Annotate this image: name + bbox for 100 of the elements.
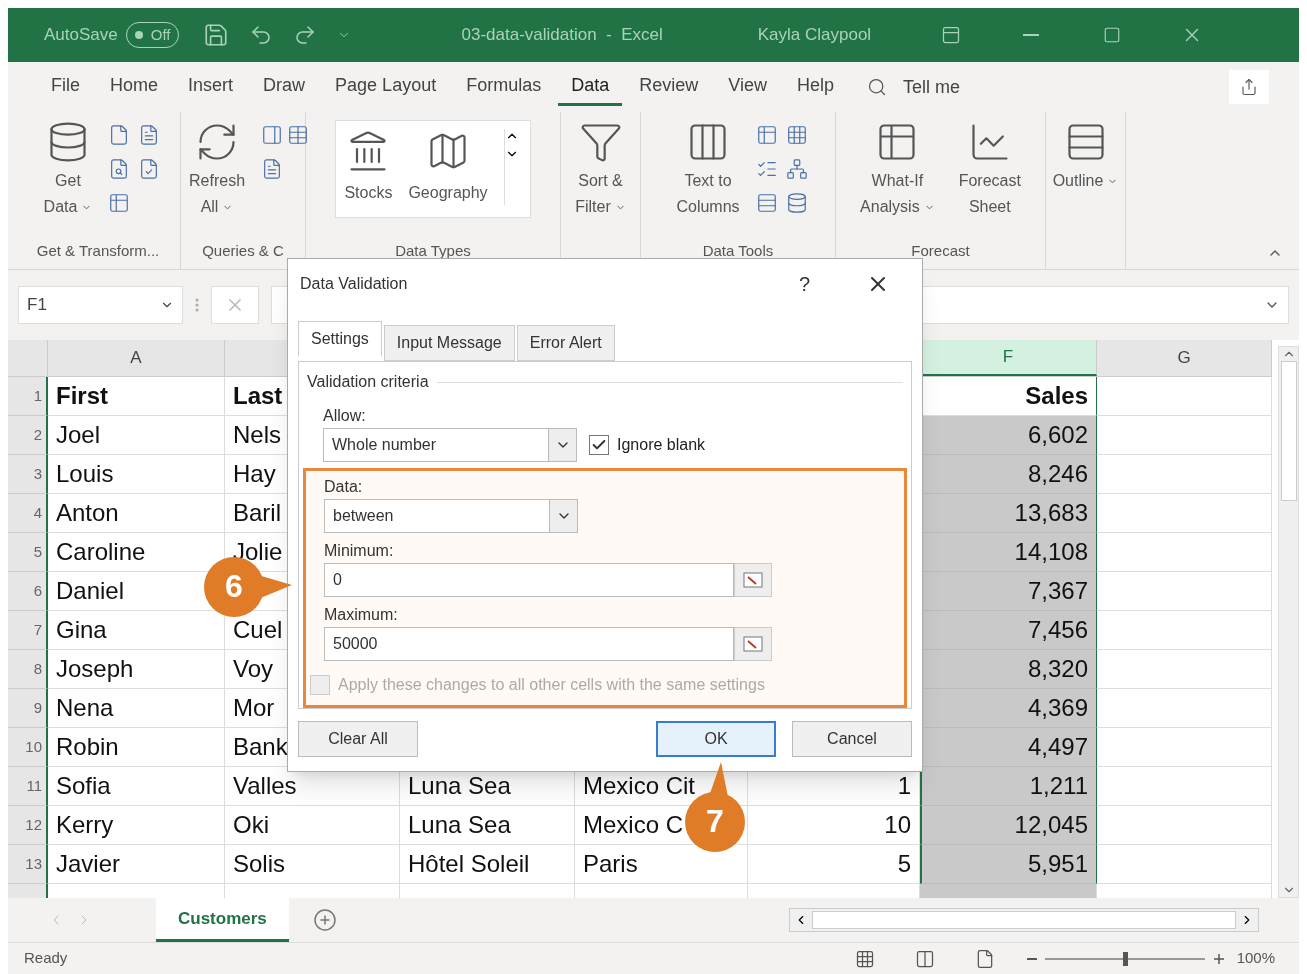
table-cell: First <box>48 377 225 416</box>
ribbon-tab[interactable]: View <box>715 68 780 106</box>
step-number: 7 <box>706 805 724 837</box>
ribbon-button[interactable]: Get Data <box>43 168 93 220</box>
horizontal-scrollbar[interactable] <box>789 908 1259 932</box>
column-header[interactable]: G <box>1097 340 1272 376</box>
allow-dropdown[interactable]: Whole number <box>323 428 577 462</box>
row-header[interactable]: 2 <box>8 416 48 455</box>
zoom-slider[interactable] <box>1044 951 1205 966</box>
maximize-icon <box>1103 26 1122 44</box>
table-cell: 8,320 <box>920 650 1097 689</box>
dialog-button[interactable]: Clear All <box>298 721 418 757</box>
database-icon[interactable] <box>785 192 808 214</box>
zoom-thumb[interactable] <box>1122 951 1128 966</box>
share-button[interactable] <box>1229 70 1269 104</box>
ribbon-tab[interactable]: Data <box>558 68 623 106</box>
table-cell: 14,108 <box>920 533 1097 572</box>
ribbon-button[interactable]: Text to Columns <box>676 168 740 220</box>
row-header[interactable]: 13 <box>8 845 48 884</box>
vertical-scrollbar[interactable] <box>1278 346 1299 898</box>
column-header[interactable]: A <box>48 340 225 376</box>
row-header[interactable]: 1 <box>8 377 48 416</box>
table-icon[interactable] <box>287 124 309 146</box>
zoom-in-icon[interactable] <box>1212 952 1225 965</box>
table-cell: 8,246 <box>920 455 1097 494</box>
window-title: 03-data-validation - Excel <box>461 24 663 47</box>
table-cell: Sales <box>920 377 1097 416</box>
ribbon-tab[interactable]: Page Layout <box>322 68 450 106</box>
scroll-thumb[interactable] <box>812 911 1236 929</box>
share-icon <box>1240 78 1258 96</box>
ribbon-button[interactable]: Geography <box>408 181 488 205</box>
table-cell: 1,211 <box>920 767 1097 806</box>
tell-me-field[interactable]: Tell me <box>903 73 960 101</box>
row-header[interactable]: 12 <box>8 806 48 845</box>
row-header[interactable]: 7 <box>8 611 48 650</box>
table-cell: Oki <box>225 806 400 845</box>
grid-icon[interactable] <box>785 124 808 146</box>
minimum-field[interactable]: 0 <box>324 563 734 597</box>
table-cell: 4,497 <box>920 728 1097 767</box>
table-cell: 5 <box>748 845 920 884</box>
row-header[interactable]: 8 <box>8 650 48 689</box>
data-dropdown[interactable]: between <box>324 499 578 533</box>
scroll-thumb[interactable] <box>1280 361 1297 501</box>
minimum-label: Minimum: <box>324 541 395 561</box>
row-header[interactable]: 10 <box>8 728 48 767</box>
row-header[interactable]: 9 <box>8 689 48 728</box>
maximum-field[interactable]: 50000 <box>324 627 734 661</box>
ribbon-button[interactable]: Outline <box>1052 168 1119 194</box>
ribbon-tab[interactable]: File <box>38 68 93 106</box>
dialog-tab[interactable]: Settings <box>298 321 382 357</box>
table-cell: 4,369 <box>920 689 1097 728</box>
ribbon-tab[interactable]: Formulas <box>453 68 555 106</box>
dialog-button[interactable]: OK <box>656 721 776 757</box>
table-cell: 7,367 <box>920 572 1097 611</box>
page-layout-icon <box>914 948 935 969</box>
minimize-icon[interactable] <box>1023 34 1040 36</box>
add-sheet-icon <box>312 908 337 932</box>
zoom-out-icon[interactable] <box>1026 957 1037 960</box>
table-cell: 7,456 <box>920 611 1097 650</box>
zoom-level[interactable]: 100% <box>1236 947 1275 970</box>
status-text: Ready <box>24 948 68 969</box>
ribbon-tab[interactable]: Draw <box>250 68 319 106</box>
dialog-tab[interactable]: Error Alert <box>516 325 615 361</box>
table-icon[interactable] <box>108 192 131 214</box>
dialog-button[interactable]: Cancel <box>792 721 912 757</box>
ribbon-button[interactable]: Stocks <box>344 181 393 205</box>
table-icon[interactable] <box>755 124 778 146</box>
row-header[interactable]: 6 <box>8 572 48 611</box>
checkbox[interactable] <box>589 435 609 455</box>
ribbon-button[interactable]: Forecast Sheet <box>958 168 1021 220</box>
column-header[interactable]: F <box>920 340 1097 376</box>
search-icon <box>867 77 887 97</box>
ribbon-tab[interactable]: Review <box>626 68 712 106</box>
table-cell: 10 <box>748 806 920 845</box>
row-header[interactable]: 3 <box>8 455 48 494</box>
ribbon-button[interactable]: What-If Analysis <box>860 168 935 220</box>
table-cell: 5,951 <box>920 845 1097 884</box>
step-number: 6 <box>225 570 243 602</box>
help-button[interactable]: ? <box>798 269 810 299</box>
row-header[interactable]: 11 <box>8 767 48 806</box>
name-box[interactable]: F1 <box>18 286 183 324</box>
table-cell: Kerry <box>48 806 225 845</box>
table-cell: Paris <box>575 845 748 884</box>
ribbon-button[interactable]: Refresh All <box>189 168 246 220</box>
dialog-tab[interactable]: Input Message <box>383 325 515 361</box>
row-header[interactable] <box>8 884 48 898</box>
ribbon-button[interactable]: Sort & Filter <box>575 168 626 220</box>
panel-icon[interactable] <box>261 124 284 146</box>
dialog-title: Data Validation <box>300 274 408 294</box>
rows-icon[interactable] <box>755 192 778 214</box>
normal-view-icon <box>854 948 875 969</box>
ribbon-tab[interactable]: Insert <box>175 68 247 106</box>
row-header[interactable]: 4 <box>8 494 48 533</box>
ribbon-tab[interactable]: Help <box>783 68 847 106</box>
sheet-tab[interactable]: Customers <box>156 898 289 942</box>
autosave-label: AutoSave <box>44 24 118 47</box>
ribbon-tab[interactable]: Home <box>97 68 172 106</box>
network-icon[interactable] <box>785 158 808 180</box>
row-header[interactable]: 5 <box>8 533 48 572</box>
group-label: Queries & C <box>201 241 285 261</box>
